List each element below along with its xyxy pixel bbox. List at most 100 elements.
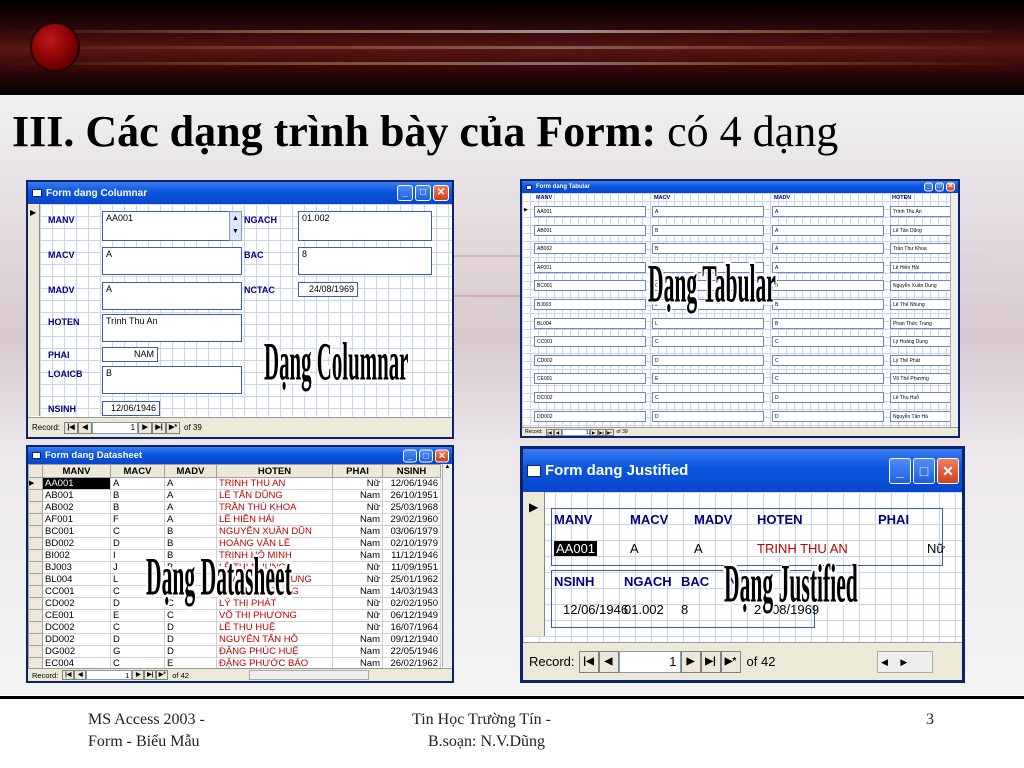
table-cell[interactable]: 29/02/1960	[382, 513, 441, 526]
field-macv[interactable]: A	[630, 541, 639, 556]
field-hoten[interactable]: Trình Thu An	[102, 314, 242, 342]
table-cell[interactable]: 11/09/1951	[382, 561, 441, 574]
field-bac[interactable]: 8	[298, 247, 432, 275]
table-cell[interactable]: NGUYỄN TẤN HỒ	[216, 633, 333, 646]
tabular-cell[interactable]: AA001	[534, 206, 646, 217]
first-record-button[interactable]: |◀	[545, 428, 554, 436]
record-number-input[interactable]: 1	[86, 670, 133, 680]
tabular-cell[interactable]: CC001	[534, 336, 646, 348]
new-record-button[interactable]: ▶*	[166, 421, 181, 434]
tabular-cell[interactable]: CD002	[534, 354, 646, 366]
field-manv[interactable]: AA001	[102, 211, 242, 241]
tabular-cell[interactable]: C	[652, 392, 764, 403]
tabular-cell[interactable]: B	[772, 317, 884, 329]
table-cell[interactable]: DC002	[42, 621, 111, 634]
table-row[interactable]: CE001 E C VÕ THỊ PHƯƠNG Nữ 06/12/1949	[28, 609, 441, 622]
table-cell[interactable]: A	[110, 477, 165, 490]
tabular-vscrollbar[interactable]	[950, 193, 958, 428]
manv-scroll[interactable]: ▲ ▼	[229, 211, 242, 241]
table-cell[interactable]: 16/07/1964	[382, 621, 441, 634]
table-cell[interactable]: Nam	[332, 489, 383, 502]
prev-record-button[interactable]: ◀	[74, 670, 87, 680]
tabular-cell[interactable]: D	[652, 410, 764, 422]
table-cell[interactable]: A	[164, 513, 217, 526]
table-cell[interactable]: TRẦN THỦ KHOA	[216, 501, 333, 514]
tabular-cell[interactable]: AB001	[534, 224, 646, 236]
minimize-button[interactable]: _	[889, 457, 911, 484]
tabular-cell[interactable]: Trình Thu An	[890, 206, 954, 217]
tabular-cell[interactable]: A	[772, 206, 884, 217]
minimize-button[interactable]: _	[397, 185, 413, 201]
table-cell[interactable]: G	[110, 645, 165, 658]
table-cell[interactable]: LÊ TẤN DŨNG	[216, 489, 333, 502]
horizontal-scrollbar[interactable]	[248, 670, 369, 680]
field-bac[interactable]: 8	[681, 602, 688, 617]
last-record-button[interactable]: ▶|	[144, 670, 157, 680]
field-macv[interactable]: A	[102, 247, 242, 275]
row-selector[interactable]: ▶	[28, 477, 43, 490]
column-header-hoten[interactable]: HOTEN	[216, 464, 333, 478]
table-cell[interactable]: Nam	[332, 537, 383, 550]
row-selector[interactable]	[28, 633, 43, 646]
table-cell[interactable]: C	[110, 525, 165, 538]
close-button[interactable]: ✕	[937, 457, 959, 484]
field-nsinh[interactable]: 12/06/1946	[102, 401, 160, 416]
table-cell[interactable]: 11/12/1946	[382, 549, 441, 562]
table-cell[interactable]: BL004	[42, 573, 111, 586]
tabular-cell[interactable]: Trần Thư Khoa	[890, 243, 954, 255]
close-button[interactable]: ✕	[433, 185, 449, 201]
datasheet-vscrollbar[interactable]: ▲	[442, 464, 452, 667]
tabular-cell[interactable]: E	[652, 373, 764, 385]
prev-record-button[interactable]: ◀	[598, 650, 619, 673]
table-row[interactable]: AB002 B A TRẦN THỦ KHOA Nữ 25/03/1968	[28, 501, 441, 514]
table-row[interactable]: DD002 D D NGUYỄN TẤN HỒ Nam 09/12/1940	[28, 633, 441, 646]
table-cell[interactable]: BJ003	[42, 561, 111, 574]
table-cell[interactable]: Nữ	[332, 621, 383, 634]
tabular-cell[interactable]: Lê Thế Nhung	[890, 299, 954, 310]
minimize-button[interactable]: _	[924, 182, 933, 192]
record-number-input[interactable]: 1	[561, 428, 590, 436]
maximize-button[interactable]: □	[415, 185, 431, 201]
close-button[interactable]: ✕	[946, 182, 955, 192]
table-cell[interactable]: ĐẶNG PHÚC HUỆ	[216, 645, 333, 658]
table-cell[interactable]: Nam	[332, 645, 383, 658]
table-cell[interactable]: DD002	[42, 633, 111, 646]
columnar-form-window[interactable]: Form dang Columnar _ □ ✕ ▶ MANV AA001 ▲ …	[26, 180, 454, 439]
tabular-cell[interactable]: Lê Tấn Dũng	[890, 224, 954, 236]
field-phai[interactable]: Nữ	[927, 541, 945, 556]
tabular-cell[interactable]: B	[772, 299, 884, 310]
tabular-cell[interactable]: Lê Hiền Hải	[890, 261, 954, 273]
table-cell[interactable]: 12/06/1946	[382, 477, 441, 490]
table-cell[interactable]: Nam	[332, 513, 383, 526]
tabular-cell[interactable]: CE001	[534, 373, 646, 385]
tabular-cell[interactable]: BJ003	[534, 299, 646, 310]
table-cell[interactable]: C	[164, 609, 217, 622]
row-selector[interactable]	[28, 573, 43, 586]
last-record-button[interactable]: ▶|	[700, 650, 721, 673]
table-cell[interactable]: Nữ	[332, 609, 383, 622]
table-cell[interactable]: CD002	[42, 597, 111, 610]
tabular-cell[interactable]: D	[652, 354, 764, 366]
table-cell[interactable]: 14/03/1943	[382, 585, 441, 598]
row-selector[interactable]	[28, 525, 43, 538]
row-selector[interactable]	[28, 537, 43, 550]
table-cell[interactable]: D	[110, 633, 165, 646]
record-selector[interactable]: ▶	[28, 204, 40, 416]
tabular-cell[interactable]: Nguyễn Tấn Hà	[890, 410, 954, 422]
table-cell[interactable]: Nữ	[332, 477, 383, 490]
table-cell[interactable]: Nam	[332, 549, 383, 562]
field-madv[interactable]: A	[102, 282, 242, 310]
tabular-cell[interactable]: AF001	[534, 261, 646, 273]
field-manv[interactable]: AA001	[554, 541, 598, 556]
table-cell[interactable]: C	[110, 621, 165, 634]
field-ngach[interactable]: 01.002	[298, 211, 432, 241]
tabular-cell[interactable]: C	[652, 336, 764, 348]
table-cell[interactable]: D	[164, 645, 217, 658]
tabular-cell[interactable]: BC001	[534, 280, 646, 292]
first-record-button[interactable]: |◀	[578, 650, 599, 673]
datasheet-titlebar[interactable]: Form dang Datasheet _ □ ✕	[28, 447, 452, 464]
table-cell[interactable]: Nam	[332, 633, 383, 646]
field-madv[interactable]: A	[694, 541, 703, 556]
table-cell[interactable]: BI002	[42, 549, 111, 562]
maximize-button[interactable]: □	[913, 457, 935, 484]
